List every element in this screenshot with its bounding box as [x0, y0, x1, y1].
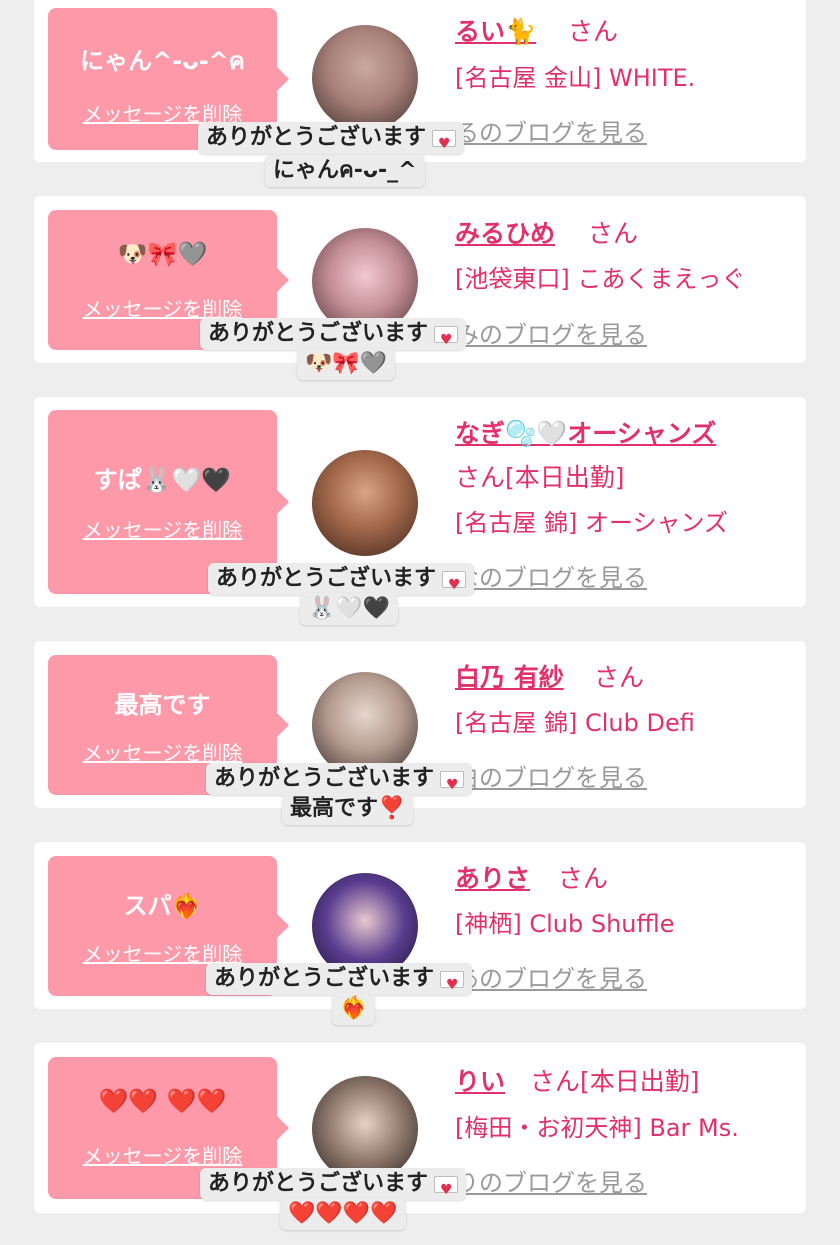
- cast-avatar[interactable]: [312, 1076, 418, 1182]
- honorific-label: さん: [588, 219, 639, 248]
- honorific-label: さん: [594, 663, 645, 692]
- shop-info: [名古屋 錦] Club Defi: [455, 709, 695, 737]
- cast-avatar[interactable]: [312, 450, 418, 556]
- cast-name-link[interactable]: なぎ🫧🤍オーシャンズ: [455, 414, 716, 450]
- message-text: すぱ🐰🤍🖤: [93, 466, 232, 494]
- shop-info: [神栖] Club Shuffle: [455, 910, 675, 938]
- thanks-tooltip: ありがとうございます: [200, 318, 467, 356]
- tooltip-message: 最高です❣️: [282, 793, 414, 825]
- envelope-heart-icon: [432, 128, 457, 160]
- honorific-label: さん: [558, 864, 609, 893]
- honorific-label: さん: [568, 17, 619, 46]
- view-blog-link[interactable]: 白のブログを見る: [455, 758, 647, 793]
- tooltip-message: 🐶🎀🩶: [297, 348, 396, 380]
- delete-message-link[interactable]: メッセージを削除: [48, 1140, 277, 1169]
- envelope-heart-icon: [440, 769, 465, 801]
- tooltip-message: ❤️‍🔥: [332, 993, 376, 1025]
- envelope-heart-icon: [434, 324, 459, 356]
- shop-info: [梅田・お初天神] Bar Ms.: [455, 1114, 739, 1142]
- cast-name-link[interactable]: みるひめ: [455, 214, 555, 250]
- message-text: スパ❤️‍🔥: [123, 892, 202, 920]
- shop-info: [名古屋 錦] オーシャンズ: [455, 509, 729, 537]
- cast-name-link[interactable]: るい🐈: [455, 12, 536, 48]
- cast-avatar[interactable]: [312, 25, 418, 131]
- envelope-heart-icon: [440, 969, 465, 1001]
- thanks-tooltip: ありがとうございます: [208, 563, 475, 601]
- honorific-label: さん[本日出勤]: [530, 1067, 700, 1096]
- envelope-heart-icon: [442, 569, 467, 601]
- view-blog-link[interactable]: るのブログを見る: [455, 113, 647, 148]
- view-blog-link[interactable]: りのブログを見る: [455, 1163, 647, 1198]
- message-text: にゃん^-ᴗ-^ค: [80, 47, 245, 75]
- message-text: 最高です: [114, 691, 211, 719]
- envelope-heart-icon: [434, 1174, 459, 1206]
- view-blog-link[interactable]: あのブログを見る: [455, 959, 647, 994]
- message-text: ❤️❤️ ❤️❤️: [98, 1087, 227, 1115]
- tooltip-message: 🐰🤍🖤: [300, 593, 399, 625]
- tooltip-message: にゃんค-ᴗ-_^: [265, 155, 425, 187]
- shop-info: [名古屋 金山] WHITE.: [455, 64, 696, 92]
- cast-name-link[interactable]: ありさ: [455, 859, 530, 895]
- thanks-tooltip: ありがとうございます: [206, 763, 473, 801]
- delete-message-link[interactable]: メッセージを削除: [48, 514, 277, 543]
- view-blog-link[interactable]: みのブログを見る: [455, 315, 647, 350]
- tooltip-message: ❤️❤️❤️❤️: [280, 1198, 406, 1230]
- message-text: 🐶🎀🩶: [117, 240, 208, 268]
- view-blog-link[interactable]: なのブログを見る: [455, 558, 647, 593]
- shop-info: [池袋東口] こあくまえっぐ: [455, 265, 746, 293]
- thanks-tooltip: ありがとうございます: [200, 1168, 467, 1206]
- cast-name-link[interactable]: りい: [455, 1062, 505, 1098]
- thanks-tooltip: ありがとうございます: [198, 122, 465, 160]
- honorific-label: さん[本日出勤]: [455, 463, 625, 492]
- cast-name-link[interactable]: 白乃 有紗: [455, 658, 564, 694]
- thanks-tooltip: ありがとうございます: [206, 963, 473, 1001]
- delete-message-link[interactable]: メッセージを削除: [48, 737, 277, 766]
